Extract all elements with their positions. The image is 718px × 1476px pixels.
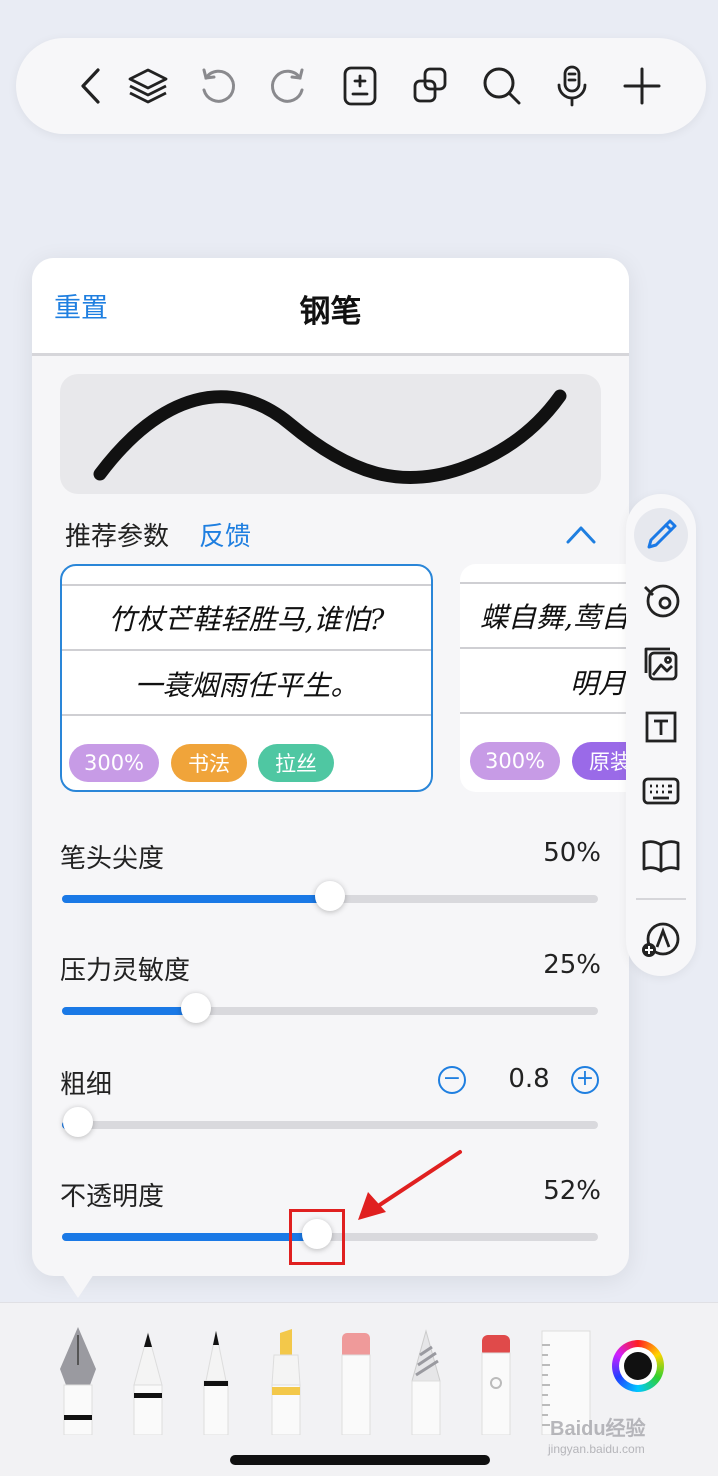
color-picker-button[interactable] <box>612 1340 664 1392</box>
panel-header: 重置 钢笔 <box>32 258 629 356</box>
laser-pointer-icon[interactable] <box>466 1325 526 1435</box>
preset-sample-line: 蝶自舞,莺自 <box>480 601 629 634</box>
watermark-logo: Baidu经验 <box>550 1418 646 1440</box>
ruled-line <box>460 582 629 584</box>
recommended-label: 推荐参数 <box>65 522 170 552</box>
pressure-label: 压力灵敏度 <box>60 956 191 986</box>
top-toolbar <box>16 38 706 134</box>
fineliner-pen-icon[interactable] <box>186 1325 246 1435</box>
undo-icon[interactable] <box>192 60 244 112</box>
add-icon[interactable] <box>616 60 668 112</box>
eraser-icon[interactable] <box>326 1325 386 1435</box>
preset-card[interactable]: 蝶自舞,莺自 明月空 300% 原装 <box>460 564 629 792</box>
keyboard-icon[interactable] <box>634 764 688 818</box>
annotation-highlight-box <box>289 1209 345 1265</box>
preset-sample-line: 竹杖芒鞋轻胜马,谁怕? <box>108 603 385 636</box>
ruled-line <box>62 649 431 651</box>
thickness-slider[interactable] <box>62 1107 598 1137</box>
selected-color-swatch <box>624 1352 652 1380</box>
tip-sharpness-slider[interactable] <box>62 881 598 911</box>
preset-tag: 拉丝 <box>258 744 334 782</box>
annotation-arrow-icon <box>358 1150 462 1220</box>
tip-sharpness-value: 50% <box>543 838 601 868</box>
page-add-icon[interactable] <box>334 60 386 112</box>
minus-button[interactable]: − <box>438 1066 466 1094</box>
ruled-line <box>460 647 629 649</box>
slider-thumb[interactable] <box>63 1107 93 1137</box>
watermark-url: jingyan.baidu.com <box>548 1442 645 1456</box>
microphone-icon[interactable] <box>546 60 598 112</box>
slider-fill <box>62 1007 196 1015</box>
rail-divider <box>636 898 686 900</box>
image-icon[interactable] <box>634 636 688 690</box>
pencil-icon[interactable] <box>396 1325 456 1435</box>
panel-pointer <box>58 1268 98 1298</box>
preset-tag: 300% <box>69 744 159 782</box>
opacity-label: 不透明度 <box>60 1182 165 1212</box>
slider-thumb[interactable] <box>315 881 345 911</box>
plus-button[interactable]: + <box>571 1066 599 1094</box>
text-box-icon[interactable] <box>634 700 688 754</box>
ruled-line <box>460 712 629 714</box>
pen-settings-panel: 重置 钢笔 推荐参数 反馈 竹杖芒鞋轻胜马,谁怕? 一蓑烟雨任平生。 300% … <box>32 258 629 1276</box>
ruled-line <box>62 584 431 586</box>
back-icon[interactable] <box>66 60 118 112</box>
slider-thumb[interactable] <box>181 993 211 1023</box>
preset-tag: 书法 <box>171 744 247 782</box>
redo-icon[interactable] <box>262 60 314 112</box>
search-icon[interactable] <box>476 60 528 112</box>
thickness-label: 粗细 <box>60 1070 113 1100</box>
lasso-icon[interactable] <box>634 572 688 626</box>
preset-card[interactable]: 竹杖芒鞋轻胜马,谁怕? 一蓑烟雨任平生。 300% 书法 拉丝 <box>60 564 433 792</box>
stroke-preview-curve <box>93 389 567 485</box>
highlighter-icon[interactable] <box>256 1325 316 1435</box>
chevron-up-icon[interactable] <box>564 520 598 548</box>
preset-sample-line: 一蓑烟雨任平生。 <box>134 669 359 702</box>
tip-sharpness-label: 笔头尖度 <box>60 844 165 874</box>
preset-tag: 原装 <box>572 742 629 780</box>
opacity-value: 52% <box>543 1176 601 1206</box>
copy-icon[interactable] <box>404 60 456 112</box>
thickness-value: 0.8 <box>508 1064 550 1094</box>
fountain-pen-icon[interactable] <box>48 1325 108 1435</box>
preset-tag: 300% <box>470 742 560 780</box>
stroke-preview <box>60 374 601 494</box>
slider-fill <box>62 895 330 903</box>
ballpoint-pen-icon[interactable] <box>118 1325 178 1435</box>
panel-title: 钢笔 <box>299 294 362 330</box>
add-tool-icon[interactable] <box>634 912 688 966</box>
home-indicator[interactable] <box>230 1455 490 1465</box>
pressure-value: 25% <box>543 950 601 980</box>
ruled-line <box>62 714 431 716</box>
feedback-link[interactable]: 反馈 <box>199 516 251 553</box>
layers-icon[interactable] <box>122 60 174 112</box>
side-tool-rail <box>626 494 696 976</box>
book-icon[interactable] <box>634 828 688 882</box>
slider-fill <box>62 1233 317 1241</box>
pen-icon[interactable] <box>634 508 688 562</box>
pressure-slider[interactable] <box>62 993 598 1023</box>
preset-sample-line: 明月空 <box>570 667 629 700</box>
